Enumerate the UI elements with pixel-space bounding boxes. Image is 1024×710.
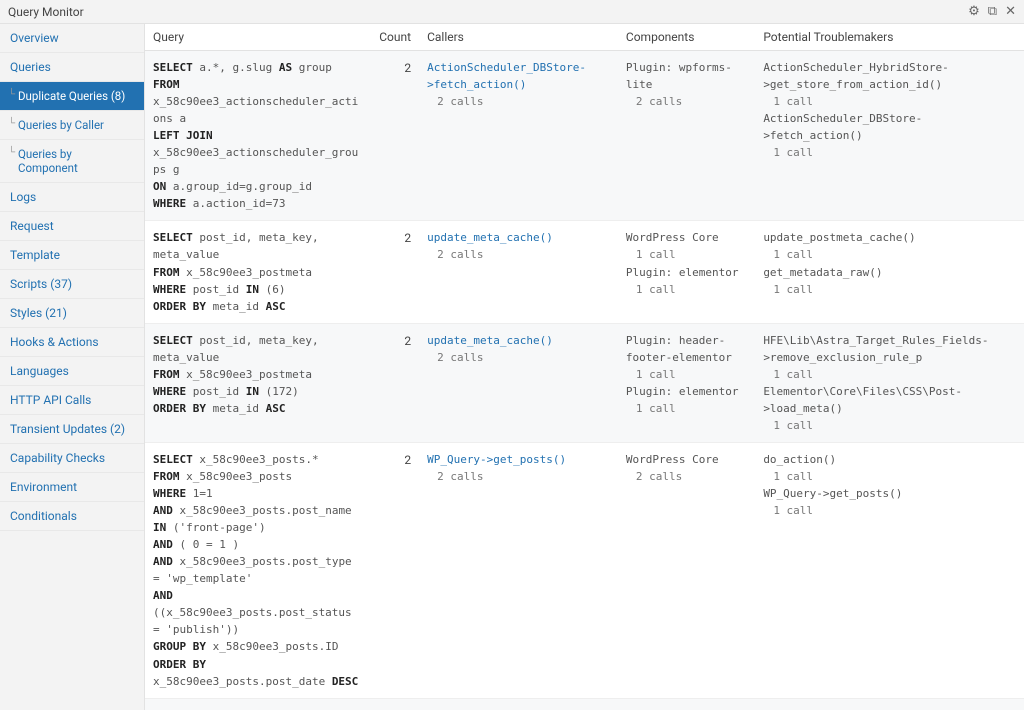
trouble-name: update_postmeta_cache() xyxy=(763,229,1016,246)
sidebar-item-overview[interactable]: Overview xyxy=(0,24,144,53)
sidebar-item-env[interactable]: Environment xyxy=(0,473,144,502)
sidebar-item-queries[interactable]: Queries xyxy=(0,53,144,82)
component-count: 1 call xyxy=(626,281,747,298)
query-cell: SELECT x_58c90ee3_posts.*FROM x_58c90ee3… xyxy=(145,442,371,698)
caller-count: 2 calls xyxy=(427,93,610,110)
component-count: 1 call xyxy=(626,246,747,263)
sidebar-item-cond[interactable]: Conditionals xyxy=(0,502,144,531)
trouble-cell: do_action()1 callWP_Query->get_posts()1 … xyxy=(755,698,1024,710)
sidebar-item-logs[interactable]: Logs xyxy=(0,183,144,212)
sidebar-item-by-comp[interactable]: Queries by Component xyxy=(0,140,144,183)
sidebar-item-transient[interactable]: Transient Updates (2) xyxy=(0,415,144,444)
count-cell: 2 xyxy=(371,698,419,710)
component-name: WordPress Core xyxy=(626,707,747,710)
count-cell: 2 xyxy=(371,221,419,323)
col-trouble[interactable]: Potential Troublemakers xyxy=(755,24,1024,51)
table-row: SELECT x_58c90ee3_posts.*FROM x_58c90ee3… xyxy=(145,698,1024,710)
components-cell: Plugin: header-footer-elementor1 callPlu… xyxy=(618,323,755,442)
trouble-count: 1 call xyxy=(763,144,1016,161)
caller-link[interactable]: update_meta_cache() xyxy=(427,231,553,244)
query-cell: SELECT post_id, meta_key, meta_valueFROM… xyxy=(145,221,371,323)
caller-count: 2 calls xyxy=(427,246,610,263)
trouble-name: ActionScheduler_DBStore->fetch_action() xyxy=(763,110,1016,144)
count-cell: 2 xyxy=(371,442,419,698)
sidebar-item-hooks[interactable]: Hooks & Actions xyxy=(0,328,144,357)
caller-count: 2 calls xyxy=(427,468,610,485)
title: Query Monitor xyxy=(8,5,84,19)
sidebar-item-caps[interactable]: Capability Checks xyxy=(0,444,144,473)
titlebar: Query Monitor ⚙ ⧉ ✕ xyxy=(0,0,1024,24)
sidebar-item-http[interactable]: HTTP API Calls xyxy=(0,386,144,415)
component-name: WordPress Core xyxy=(626,451,747,468)
caller-link[interactable]: WP_Query->get_posts() xyxy=(427,453,566,466)
trouble-name: WP_Query->get_posts() xyxy=(763,485,1016,502)
component-name: Plugin: header-footer-elementor xyxy=(626,332,747,366)
component-name: Plugin: wpforms-lite xyxy=(626,59,747,93)
trouble-cell: ActionScheduler_HybridStore->get_store_f… xyxy=(755,51,1024,221)
trouble-cell: update_postmeta_cache()1 callget_metadat… xyxy=(755,221,1024,323)
component-name: Plugin: elementor xyxy=(626,383,747,400)
trouble-cell: HFE\Lib\Astra_Target_Rules_Fields->remov… xyxy=(755,323,1024,442)
col-query[interactable]: Query xyxy=(145,24,371,51)
trouble-count: 1 call xyxy=(763,246,1016,263)
table-row: SELECT post_id, meta_key, meta_valueFROM… xyxy=(145,221,1024,323)
trouble-count: 1 call xyxy=(763,281,1016,298)
trouble-name: get_metadata_raw() xyxy=(763,264,1016,281)
trouble-cell: do_action()1 callWP_Query->get_posts()1 … xyxy=(755,442,1024,698)
trouble-name: do_action() xyxy=(763,707,1016,710)
callers-cell: WP_Query->get_posts()2 calls xyxy=(419,698,618,710)
sidebar-item-styles[interactable]: Styles (21) xyxy=(0,299,144,328)
count-cell: 2 xyxy=(371,51,419,221)
callers-cell: update_meta_cache() 2 calls xyxy=(419,221,618,323)
component-count: 1 call xyxy=(626,400,747,417)
trouble-count: 1 call xyxy=(763,468,1016,485)
component-name: WordPress Core xyxy=(626,229,747,246)
main-panel: Query Count Callers Components Potential… xyxy=(145,24,1024,710)
component-count: 2 calls xyxy=(626,93,747,110)
panel-icon[interactable]: ⧉ xyxy=(988,4,997,19)
callers-cell: update_meta_cache() 2 calls xyxy=(419,323,618,442)
trouble-count: 1 call xyxy=(763,93,1016,110)
sidebar-item-dup[interactable]: Duplicate Queries (8) xyxy=(0,82,144,111)
trouble-count: 1 call xyxy=(763,502,1016,519)
callers-cell: ActionScheduler_DBStore->fetch_action() 2… xyxy=(419,51,618,221)
trouble-name: Elementor\Core\Files\CSS\Post->load_meta… xyxy=(763,383,1016,417)
col-components[interactable]: Components xyxy=(618,24,755,51)
sidebar-item-scripts[interactable]: Scripts (37) xyxy=(0,270,144,299)
caller-count: 2 calls xyxy=(427,349,610,366)
gear-icon[interactable]: ⚙ xyxy=(968,4,980,19)
query-cell: SELECT x_58c90ee3_posts.*FROM x_58c90ee3… xyxy=(145,698,371,710)
col-callers[interactable]: Callers xyxy=(419,24,618,51)
queries-table: Query Count Callers Components Potential… xyxy=(145,24,1024,710)
count-cell: 2 xyxy=(371,323,419,442)
trouble-name: HFE\Lib\Astra_Target_Rules_Fields->remov… xyxy=(763,332,1016,366)
trouble-count: 1 call xyxy=(763,417,1016,434)
query-cell: SELECT post_id, meta_key, meta_valueFROM… xyxy=(145,323,371,442)
close-icon[interactable]: ✕ xyxy=(1005,4,1016,19)
component-name: Plugin: elementor xyxy=(626,264,747,281)
table-row: SELECT post_id, meta_key, meta_valueFROM… xyxy=(145,323,1024,442)
components-cell: WordPress Core2 calls xyxy=(618,698,755,710)
component-count: 2 calls xyxy=(626,468,747,485)
col-count[interactable]: Count xyxy=(371,24,419,51)
table-row: SELECT a.*, g.slug AS groupFROM x_58c90e… xyxy=(145,51,1024,221)
sidebar-item-template[interactable]: Template xyxy=(0,241,144,270)
components-cell: WordPress Core1 callPlugin: elementor1 c… xyxy=(618,221,755,323)
sidebar-item-languages[interactable]: Languages xyxy=(0,357,144,386)
components-cell: WordPress Core2 calls xyxy=(618,442,755,698)
caller-link[interactable]: update_meta_cache() xyxy=(427,334,553,347)
components-cell: Plugin: wpforms-lite2 calls xyxy=(618,51,755,221)
callers-cell: WP_Query->get_posts() 2 calls xyxy=(419,442,618,698)
component-count: 1 call xyxy=(626,366,747,383)
trouble-name: do_action() xyxy=(763,451,1016,468)
sidebar: OverviewQueriesDuplicate Queries (8)Quer… xyxy=(0,24,145,710)
table-row: SELECT x_58c90ee3_posts.*FROM x_58c90ee3… xyxy=(145,442,1024,698)
trouble-name: ActionScheduler_HybridStore->get_store_f… xyxy=(763,59,1016,93)
query-cell: SELECT a.*, g.slug AS groupFROM x_58c90e… xyxy=(145,51,371,221)
sidebar-item-by-caller[interactable]: Queries by Caller xyxy=(0,111,144,140)
caller-link[interactable]: ActionScheduler_DBStore->fetch_action() xyxy=(427,61,586,91)
trouble-count: 1 call xyxy=(763,366,1016,383)
sidebar-item-request[interactable]: Request xyxy=(0,212,144,241)
